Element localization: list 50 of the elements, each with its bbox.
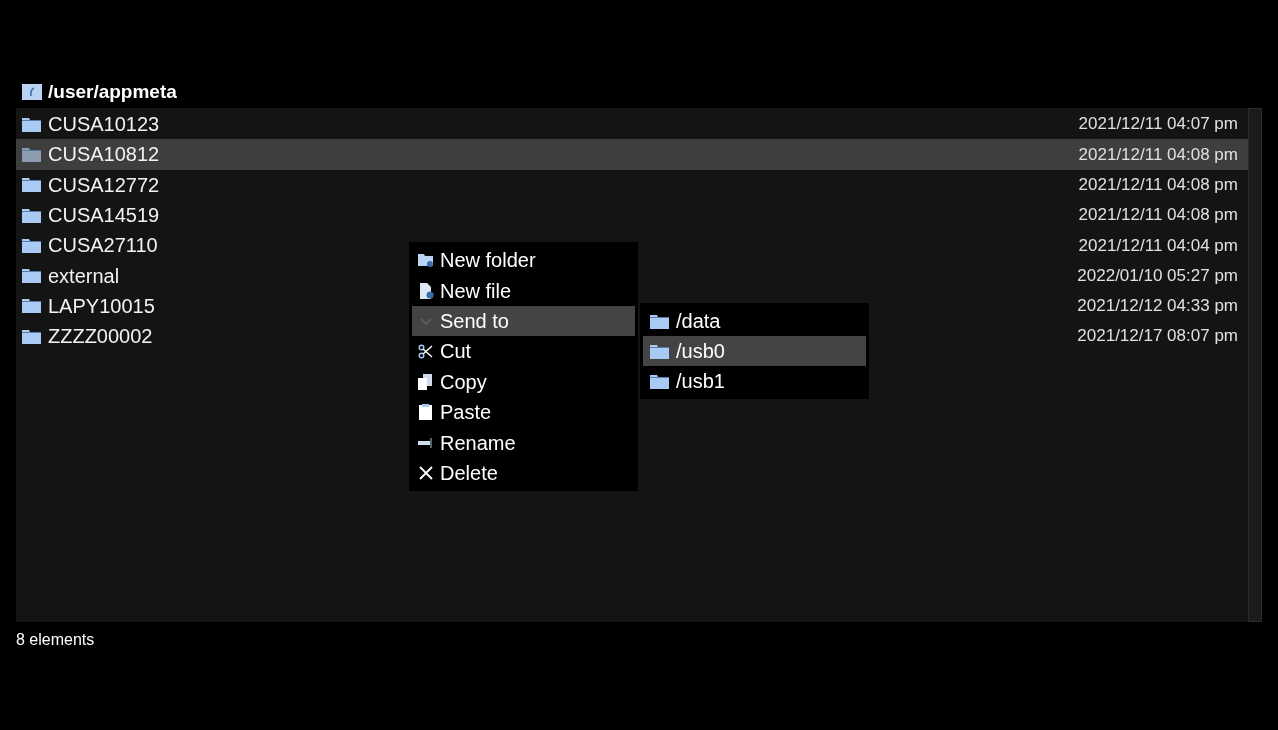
folder-icon bbox=[22, 298, 41, 314]
file-name: CUSA10123 bbox=[48, 112, 160, 138]
modified-date: 2021/12/11 04:08 pm bbox=[1078, 204, 1238, 227]
folder-icon bbox=[22, 207, 41, 223]
folder-icon bbox=[22, 328, 41, 344]
clipboard-icon bbox=[419, 404, 432, 421]
menu-item[interactable]: Copy bbox=[412, 366, 635, 397]
copy-icon bbox=[418, 373, 433, 390]
modified-date: 2021/12/11 04:07 pm bbox=[1078, 113, 1238, 136]
file-name: LAPY10015 bbox=[48, 293, 155, 319]
file-name: external bbox=[48, 263, 120, 289]
menu-item[interactable]: Delete bbox=[412, 457, 635, 489]
current-path: /user/appmeta bbox=[48, 79, 177, 104]
modified-date: 2021/12/12 04:33 pm bbox=[1077, 295, 1238, 318]
status-text: 8 elements bbox=[16, 630, 96, 650]
modified-date: 2021/12/11 04:04 pm bbox=[1078, 234, 1238, 257]
folder-icon bbox=[22, 237, 41, 253]
scissors-icon bbox=[418, 343, 433, 359]
new-folder-icon bbox=[417, 253, 434, 268]
file-name: ZZZZ00002 bbox=[48, 324, 153, 350]
modified-date: 2021/12/11 04:08 pm bbox=[1078, 143, 1238, 166]
menu-item[interactable]: Paste bbox=[412, 396, 635, 428]
scrollbar[interactable] bbox=[1248, 108, 1262, 622]
folder-icon bbox=[22, 177, 41, 193]
folder-icon bbox=[650, 343, 669, 359]
modified-date: 2021/12/17 08:07 pm bbox=[1077, 325, 1238, 348]
menu-item[interactable]: /data bbox=[643, 306, 866, 336]
folder-link-icon bbox=[22, 84, 42, 100]
rename-icon bbox=[417, 436, 434, 449]
menu-item[interactable]: Send to bbox=[412, 305, 635, 337]
selected-row[interactable]: CUSA10812 2021/12/11 04:08 pm bbox=[16, 139, 1248, 170]
folder-icon bbox=[22, 268, 41, 284]
close-icon bbox=[418, 465, 433, 480]
folder-icon bbox=[650, 373, 669, 389]
modified-date: 2022/01/10 05:27 pm bbox=[1077, 264, 1238, 287]
menu-item[interactable]: New file bbox=[412, 275, 635, 306]
new-file-icon bbox=[417, 282, 434, 299]
file-name: CUSA10812 bbox=[48, 142, 160, 168]
menu-item[interactable]: New folder bbox=[412, 245, 635, 276]
menu-item[interactable]: /usb0 bbox=[643, 336, 866, 366]
menu-item[interactable]: Cut bbox=[412, 336, 635, 367]
file-name: CUSA27110 bbox=[48, 233, 158, 259]
menu-item[interactable]: Rename bbox=[412, 427, 635, 458]
file-name: CUSA14519 bbox=[48, 203, 160, 229]
folder-icon bbox=[22, 146, 41, 162]
folder-icon bbox=[22, 116, 41, 132]
menu-item[interactable]: /usb1 bbox=[643, 366, 866, 396]
modified-date: 2021/12/11 04:08 pm bbox=[1078, 174, 1238, 196]
folder-icon bbox=[650, 313, 669, 329]
file-name: CUSA12772 bbox=[48, 172, 160, 198]
